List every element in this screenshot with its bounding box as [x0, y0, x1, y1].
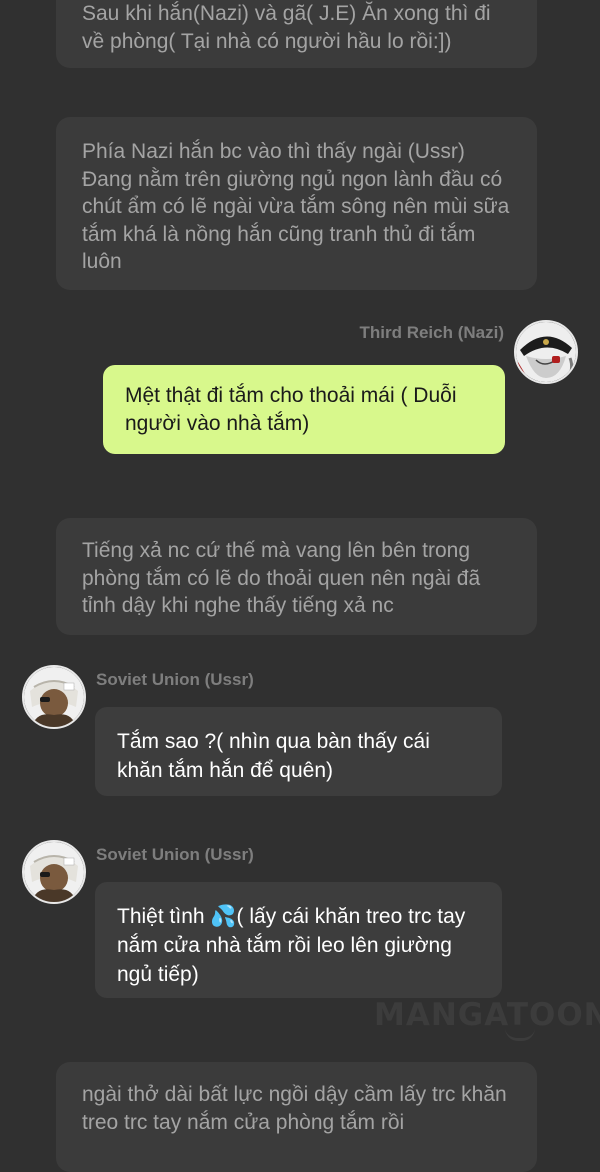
sender-name: Soviet Union (Ussr) [96, 845, 254, 864]
watermark-arc [505, 1028, 535, 1041]
watermark-logo: MANGATOON [374, 997, 600, 1033]
narration-text: ngài thở dài bất lực ngồi dậy cầm lấy tr… [82, 1083, 507, 1134]
message-text: Tắm sao ?( nhìn qua bàn thấy cái khăn tắ… [117, 730, 430, 782]
narration-text: Tiếng xả nc cứ thế mà vang lên bên trong… [82, 539, 481, 617]
narration-text: Sau khi hắn(Nazi) và gã( J.E) Ăn xong th… [82, 2, 491, 53]
avatar[interactable] [22, 665, 86, 729]
message-bubble-sent: Mệt thật đi tắm cho thoải mái ( Duỗi ngư… [103, 365, 505, 454]
sender-name: Soviet Union (Ussr) [96, 670, 254, 689]
narration-bubble: Phía Nazi hắn bc vào thì thấy ngài (Ussr… [56, 117, 537, 290]
message-bubble-received: Thiệt tình 💦( lấy cái khăn treo trc tay … [95, 882, 502, 998]
avatar-image [516, 322, 576, 382]
avatar[interactable] [514, 320, 578, 384]
sweat-droplets-icon: 💦 [210, 905, 237, 928]
narration-bubble: Tiếng xả nc cứ thế mà vang lên bên trong… [56, 518, 537, 635]
message-bubble-received: Tắm sao ?( nhìn qua bàn thấy cái khăn tắ… [95, 707, 502, 796]
avatar-image [24, 842, 84, 902]
narration-text: Phía Nazi hắn bc vào thì thấy ngài (Ussr… [82, 140, 510, 273]
message-text: Mệt thật đi tắm cho thoải mái ( Duỗi ngư… [125, 384, 457, 435]
narration-bubble: ngài thở dài bất lực ngồi dậy cầm lấy tr… [56, 1062, 537, 1172]
avatar-image [24, 667, 84, 727]
sender-name: Third Reich (Nazi) [359, 323, 504, 342]
narration-bubble: Sau khi hắn(Nazi) và gã( J.E) Ăn xong th… [56, 0, 537, 68]
message-text: Thiệt tình 💦( lấy cái khăn treo trc tay … [117, 905, 466, 986]
avatar[interactable] [22, 840, 86, 904]
